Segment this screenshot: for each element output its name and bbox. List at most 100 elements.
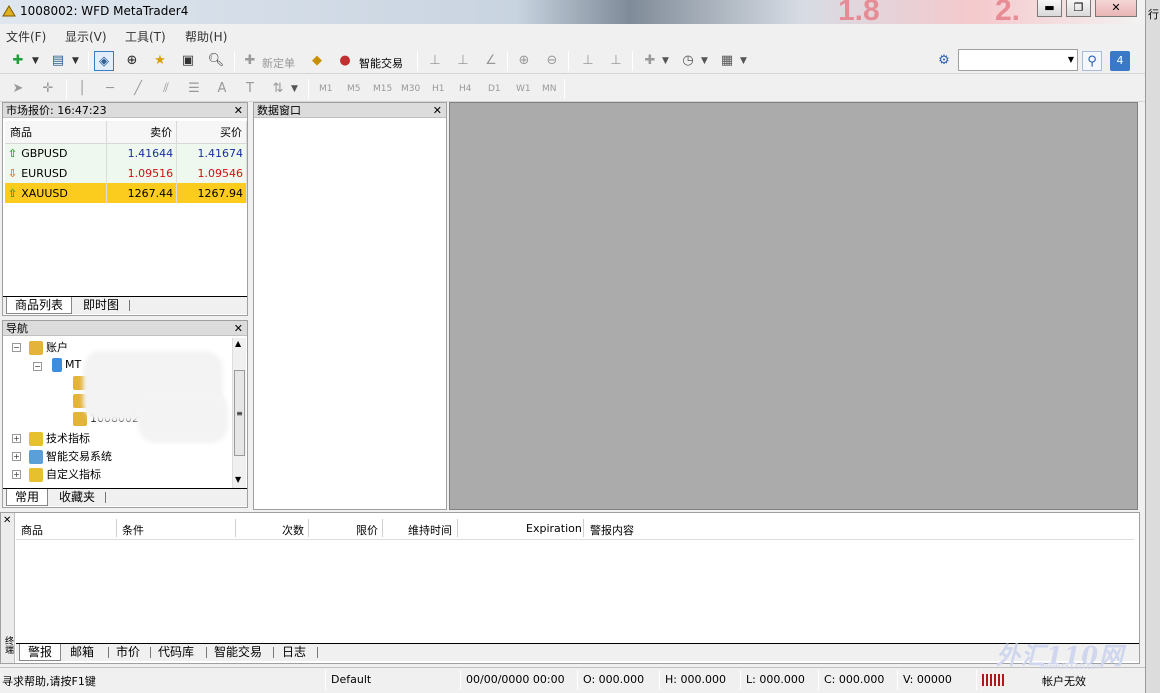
data-window-icon[interactable]: ⊕ bbox=[122, 51, 142, 71]
column-header-timeout[interactable]: 维持时间 bbox=[408, 522, 452, 538]
vertical-line-icon[interactable]: │ bbox=[72, 79, 92, 99]
candlestick-icon[interactable]: ⊥ bbox=[453, 51, 473, 71]
timeframe-mn[interactable]: MN bbox=[542, 84, 557, 94]
tab-favorites[interactable]: 收藏夹 bbox=[51, 489, 103, 506]
collapse-icon[interactable]: − bbox=[12, 343, 21, 352]
chevron-down-icon[interactable]: ▼ bbox=[291, 84, 298, 94]
collapse-icon[interactable]: − bbox=[33, 362, 42, 371]
tab-mailbox[interactable]: 邮箱 bbox=[62, 644, 102, 661]
navigator-icon[interactable]: ★ bbox=[150, 51, 170, 71]
strategy-tester-icon[interactable]: 🔍︎ bbox=[206, 51, 226, 71]
close-icon[interactable]: ✕ bbox=[234, 103, 243, 118]
tab-symbols[interactable]: 商品列表 bbox=[6, 297, 73, 314]
metaeditor-icon[interactable]: ◆ bbox=[307, 51, 327, 71]
tab-common[interactable]: 常用 bbox=[6, 489, 49, 506]
timeframe-h4[interactable]: H4 bbox=[459, 84, 472, 94]
expert-trading-button[interactable]: 智能交易 bbox=[359, 55, 403, 71]
scroll-thumb[interactable]: ≡ bbox=[234, 370, 245, 456]
table-row[interactable]: ⇧ GBPUSD 1.41644 1.41674 bbox=[5, 143, 247, 163]
column-header-alert-content[interactable]: 警报内容 bbox=[590, 522, 634, 538]
expand-icon[interactable]: + bbox=[12, 434, 21, 443]
new-order-icon[interactable]: ✚ bbox=[240, 51, 260, 71]
profiles-icon[interactable]: ▤ bbox=[48, 51, 68, 71]
channel-icon[interactable]: ⫽ bbox=[156, 79, 176, 99]
menu-help[interactable]: 帮助(H) bbox=[185, 28, 227, 45]
tab-tick-chart[interactable]: 即时图 bbox=[75, 297, 127, 314]
column-header-symbol[interactable]: 商品 bbox=[21, 522, 43, 538]
close-button[interactable]: ✕ bbox=[1095, 0, 1137, 17]
line-chart-icon[interactable]: ∠ bbox=[481, 51, 501, 71]
chevron-down-icon[interactable]: ▼ bbox=[1065, 50, 1077, 70]
periods-clock-icon[interactable]: ◷ bbox=[678, 51, 698, 71]
navigator-scrollbar[interactable]: ▲ ≡ ▼ bbox=[232, 338, 246, 488]
community-icon[interactable]: 4 bbox=[1110, 51, 1130, 71]
indicators-icon[interactable]: ✚ bbox=[640, 51, 660, 71]
timeframe-h1[interactable]: H1 bbox=[432, 84, 445, 94]
chevron-down-icon[interactable]: ▼ bbox=[701, 56, 708, 66]
new-chart-icon[interactable]: ✚ bbox=[8, 51, 28, 71]
tab-alerts[interactable]: 警报 bbox=[19, 644, 62, 661]
gear-icon[interactable]: ⚙ bbox=[934, 51, 954, 71]
market-watch-icon[interactable]: ◈ bbox=[94, 51, 114, 71]
close-icon[interactable]: ✕ bbox=[433, 103, 442, 118]
chevron-down-icon[interactable]: ▼ bbox=[32, 56, 39, 66]
text-label-icon[interactable]: T bbox=[240, 79, 260, 99]
expert-trading-icon[interactable]: ● bbox=[335, 51, 355, 71]
chevron-down-icon[interactable]: ▼ bbox=[740, 56, 747, 66]
tab-journal[interactable]: 日志 bbox=[274, 644, 314, 661]
connection-status-icon[interactable] bbox=[982, 674, 1004, 686]
expand-icon[interactable]: + bbox=[12, 452, 21, 461]
search-input[interactable] bbox=[958, 49, 1078, 71]
table-row[interactable]: ⇩ EURUSD 1.09516 1.09546 bbox=[5, 163, 247, 183]
column-header-bid[interactable]: 卖价 bbox=[106, 121, 178, 144]
column-header-count[interactable]: 次数 bbox=[282, 522, 304, 538]
bar-chart-icon[interactable]: ⊥ bbox=[425, 51, 445, 71]
horizontal-line-icon[interactable]: ─ bbox=[100, 79, 120, 99]
tree-item-custom-indicators[interactable]: 自定义指标 bbox=[29, 466, 101, 482]
menu-tools[interactable]: 工具(T) bbox=[125, 28, 166, 45]
timeframe-w1[interactable]: W1 bbox=[516, 84, 531, 94]
tab-market[interactable]: 市价 bbox=[108, 644, 148, 661]
arrows-icon[interactable]: ⇅ bbox=[268, 79, 288, 99]
scroll-down-icon[interactable]: ▼ bbox=[235, 475, 241, 484]
chart-workspace[interactable] bbox=[449, 102, 1138, 510]
tree-item-accounts[interactable]: 账户 bbox=[29, 339, 68, 355]
maximize-button[interactable]: ❐ bbox=[1066, 0, 1091, 17]
auto-scroll-icon[interactable]: ⊥ bbox=[578, 51, 598, 71]
column-header-expiration[interactable]: Expiration bbox=[526, 522, 582, 535]
expand-icon[interactable]: + bbox=[12, 470, 21, 479]
terminal-icon[interactable]: ▣ bbox=[178, 51, 198, 71]
chevron-down-icon[interactable]: ▼ bbox=[72, 56, 79, 66]
minimize-button[interactable]: ▬ bbox=[1037, 0, 1062, 17]
tree-item-experts[interactable]: 智能交易系统 bbox=[29, 448, 112, 464]
cursor-icon[interactable]: ➤ bbox=[8, 79, 28, 99]
new-order-button[interactable]: 新定单 bbox=[262, 55, 295, 71]
timeframe-d1[interactable]: D1 bbox=[488, 84, 501, 94]
tab-code-base[interactable]: 代码库 bbox=[150, 644, 202, 661]
search-icon[interactable]: ⚲ bbox=[1082, 51, 1102, 71]
menu-view[interactable]: 显示(V) bbox=[65, 28, 107, 45]
tree-item-indicators[interactable]: 技术指标 bbox=[29, 430, 90, 446]
zoom-in-icon[interactable]: ⊕ bbox=[514, 51, 534, 71]
fibonacci-icon[interactable]: ☰ bbox=[184, 79, 204, 99]
close-icon[interactable]: ✕ bbox=[3, 515, 11, 526]
tree-item-server[interactable]: MT bbox=[52, 358, 81, 372]
timeframe-m15[interactable]: M15 bbox=[373, 84, 392, 94]
templates-icon[interactable]: ▦ bbox=[717, 51, 737, 71]
zoom-out-icon[interactable]: ⊖ bbox=[542, 51, 562, 71]
trendline-icon[interactable]: ╱ bbox=[128, 79, 148, 99]
crosshair-icon[interactable]: ✛ bbox=[38, 79, 58, 99]
tab-experts[interactable]: 智能交易 bbox=[206, 644, 270, 661]
column-header-ask[interactable]: 买价 bbox=[176, 121, 247, 144]
close-icon[interactable]: ✕ bbox=[234, 321, 243, 336]
chevron-down-icon[interactable]: ▼ bbox=[662, 56, 669, 66]
chart-shift-icon[interactable]: ⊥ bbox=[606, 51, 626, 71]
timeframe-m30[interactable]: M30 bbox=[401, 84, 420, 94]
column-header-symbol[interactable]: 商品 bbox=[5, 121, 108, 144]
timeframe-m5[interactable]: M5 bbox=[347, 84, 361, 94]
timeframe-m1[interactable]: M1 bbox=[319, 84, 333, 94]
menu-file[interactable]: 文件(F) bbox=[6, 28, 46, 45]
column-header-condition[interactable]: 条件 bbox=[122, 522, 144, 538]
column-header-limit[interactable]: 限价 bbox=[356, 522, 378, 538]
text-icon[interactable]: A bbox=[212, 79, 232, 99]
